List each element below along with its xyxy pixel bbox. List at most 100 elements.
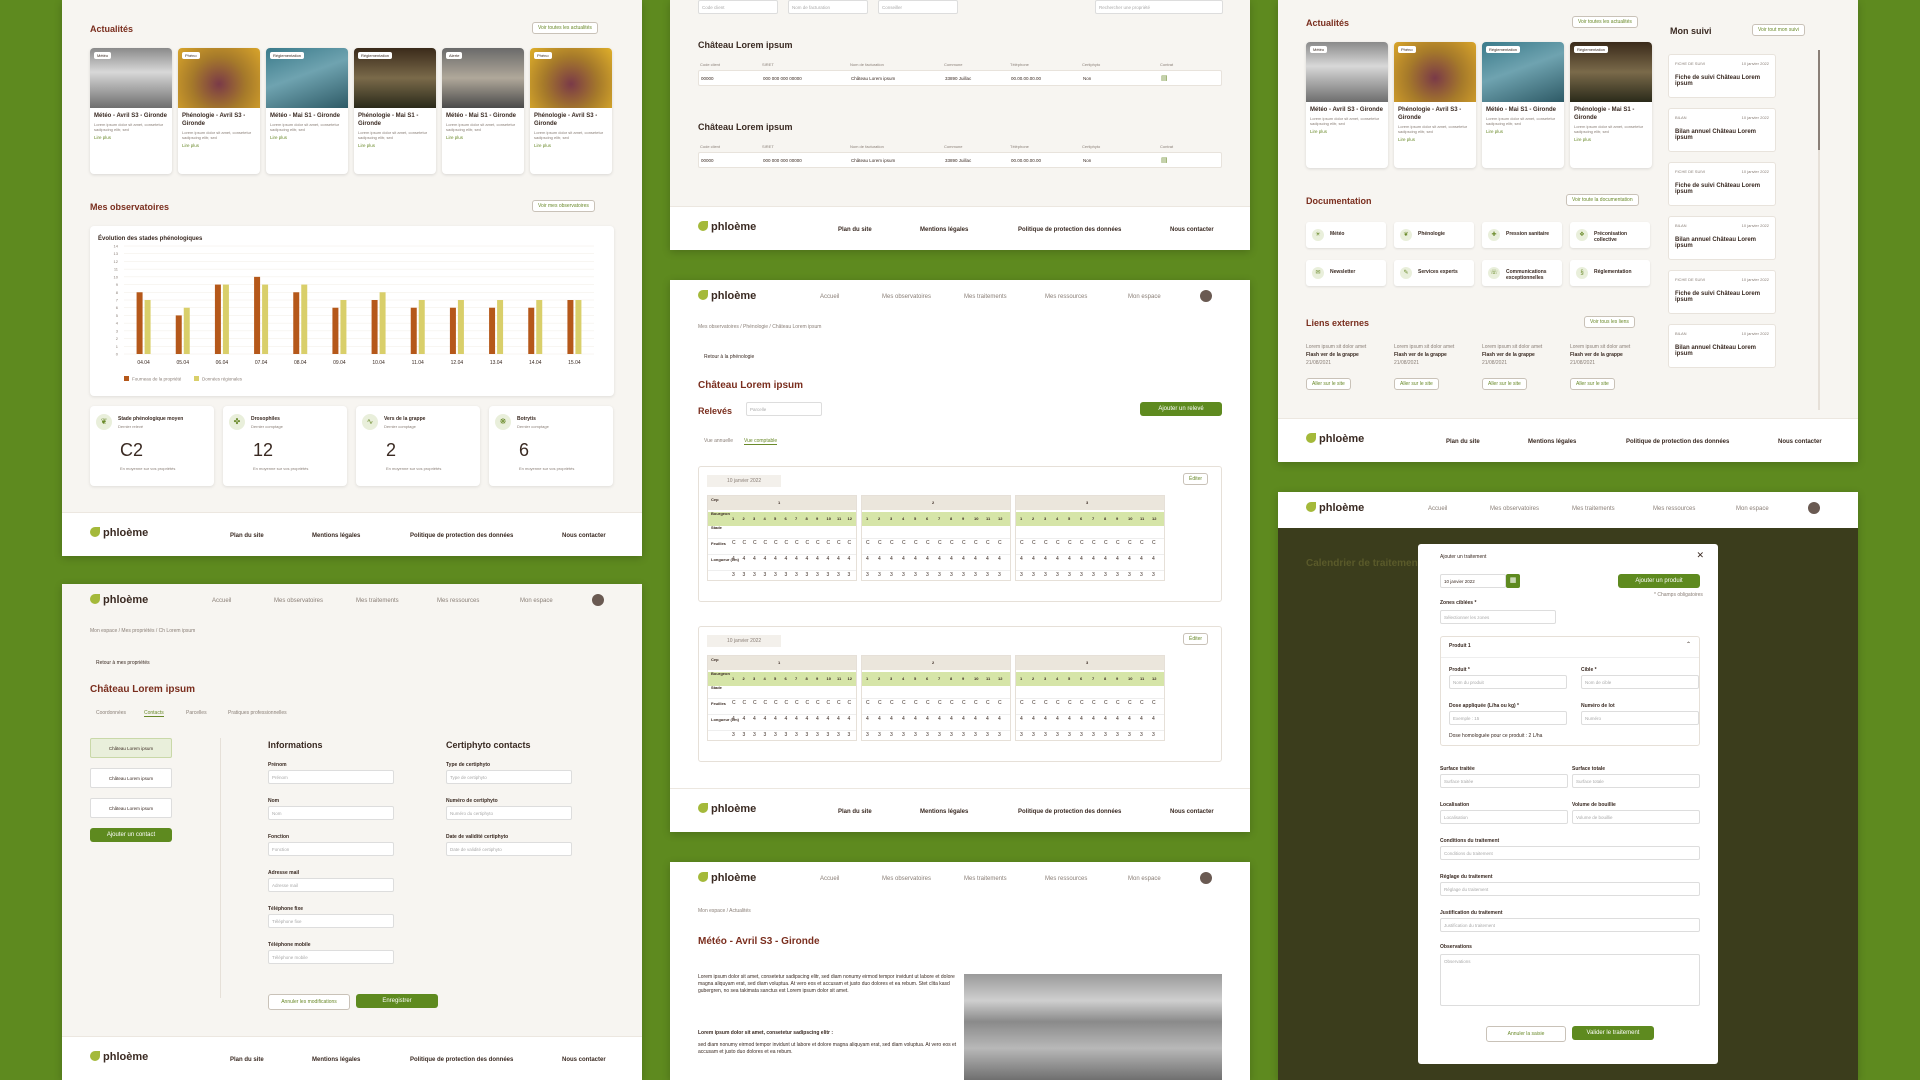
footer-link-privacy[interactable]: Politique de protection des données — [1018, 227, 1121, 233]
header-logo[interactable]: phloème — [90, 594, 148, 606]
form-input[interactable]: Adresse mail — [268, 878, 394, 892]
breadcrumb[interactable]: Mon espace / Actualités — [698, 908, 751, 914]
tracking-item[interactable]: FICHE DE SUIVI 10 janvier 2022 Fiche de su… — [1668, 162, 1776, 206]
contract-icon[interactable]: ▤ — [1161, 156, 1168, 164]
form-input[interactable]: Surface totale — [1572, 774, 1700, 788]
all-tracking-button[interactable]: Voir tout mon suivi — [1752, 24, 1805, 36]
form-input[interactable]: Conditions du traitement — [1440, 846, 1700, 860]
all-news-button[interactable]: Voir toutes les actualités — [1572, 16, 1638, 28]
news-card[interactable]: Phéno Phénologie - Avril S3 - Gironde Lore… — [530, 48, 612, 174]
cancel-entry-button[interactable]: Annuler la saisie — [1486, 1026, 1566, 1042]
footer-link-plan[interactable]: Plan du site — [1446, 439, 1480, 445]
breadcrumb[interactable]: Mes observatoires / Phénologie / Château… — [698, 324, 821, 330]
tracking-item[interactable]: BILAN 10 janvier 2022 Bilan annuel Château… — [1668, 108, 1776, 152]
contract-icon[interactable]: ▤ — [1161, 74, 1168, 82]
filter-code-client[interactable]: Code client — [698, 0, 778, 14]
footer-link-contact[interactable]: Nous contacter — [562, 533, 606, 539]
nav-resources[interactable]: Mes ressources — [1045, 294, 1087, 300]
doc-button[interactable]: ☀ Météo — [1306, 222, 1386, 248]
footer-link-plan[interactable]: Plan du site — [230, 1057, 264, 1063]
back-link[interactable]: Retour à mes propriétés — [96, 660, 150, 666]
footer-link-mentions[interactable]: Mentions légales — [920, 809, 968, 815]
news-card-read-more[interactable]: Lire plus — [90, 133, 172, 142]
news-card-read-more[interactable]: Lire plus — [1306, 127, 1388, 136]
contact-item[interactable]: Château Lorem ipsum — [90, 738, 172, 758]
form-input[interactable]: Fonction — [268, 842, 394, 856]
header-logo[interactable]: phloème — [1306, 502, 1364, 514]
edit-button[interactable]: Éditer — [1183, 633, 1209, 645]
header-logo[interactable]: phloème — [698, 872, 756, 884]
all-docs-button[interactable]: Voir toute la documentation — [1566, 194, 1639, 206]
tab-accounting[interactable]: Vue comptable — [744, 438, 778, 445]
add-reading-button[interactable]: Ajouter un relevé — [1140, 402, 1222, 416]
tab-coordinates[interactable]: Coordonnées — [96, 710, 126, 716]
news-card[interactable]: Réglementation Phénologie - Mai S1 - Giro… — [1570, 42, 1652, 168]
news-card[interactable]: Météo Météo - Avril S3 - Gironde Lorem ips… — [90, 48, 172, 174]
footer-link-mentions[interactable]: Mentions légales — [312, 533, 360, 539]
close-icon[interactable]: ✕ — [1696, 550, 1704, 561]
news-card[interactable]: Phéno Phénologie - Avril S3 - Gironde Lore… — [178, 48, 260, 174]
cancel-changes-button[interactable]: Annuler les modifications — [268, 994, 350, 1010]
form-input[interactable]: Téléphone mobile — [268, 950, 394, 964]
doc-button[interactable]: § Réglementation — [1570, 260, 1650, 286]
footer-link-plan[interactable]: Plan du site — [838, 227, 872, 233]
go-to-site-button[interactable]: Aller sur le site — [1482, 378, 1527, 390]
avatar[interactable] — [1200, 290, 1212, 302]
news-card-read-more[interactable]: Lire plus — [1570, 135, 1652, 144]
form-input[interactable]: Date de validité certiphyto — [446, 842, 572, 856]
form-input[interactable]: Localisation — [1440, 810, 1568, 824]
tab-annual[interactable]: Vue annuelle — [704, 438, 733, 444]
parcel-select[interactable]: Parcelle — [746, 402, 822, 416]
nav-treatments[interactable]: Mes traitements — [1572, 506, 1615, 512]
avatar[interactable] — [592, 594, 604, 606]
footer-logo[interactable]: phloème — [1306, 433, 1364, 445]
form-input[interactable]: Numéro — [1581, 711, 1699, 725]
news-card[interactable]: Réglementation Phénologie - Mai S1 - Giro… — [354, 48, 436, 174]
tab-parcels[interactable]: Parcelles — [186, 710, 207, 716]
news-card-read-more[interactable]: Lire plus — [354, 141, 436, 150]
avatar[interactable] — [1808, 502, 1820, 514]
form-input[interactable]: Justification du traitement — [1440, 918, 1700, 932]
news-card-read-more[interactable]: Lire plus — [178, 141, 260, 150]
tracking-item[interactable]: BILAN 10 janvier 2022 Bilan annuel Château… — [1668, 216, 1776, 260]
nav-observatories[interactable]: Mes observatoires — [274, 598, 323, 604]
footer-link-privacy[interactable]: Politique de protection des données — [1018, 809, 1121, 815]
nav-observatories[interactable]: Mes observatoires — [1490, 506, 1539, 512]
doc-button[interactable]: ✎ Services experts — [1394, 260, 1474, 286]
zones-select[interactable]: Sélectionner les zones — [1440, 610, 1556, 624]
nav-account[interactable]: Mon espace — [520, 598, 553, 604]
footer-link-contact[interactable]: Nous contacter — [1778, 439, 1822, 445]
nav-home[interactable]: Accueil — [1428, 506, 1447, 512]
add-product-button[interactable]: Ajouter un produit — [1618, 574, 1700, 588]
back-link[interactable]: Retour à la phénologie — [704, 354, 754, 360]
nav-home[interactable]: Accueil — [212, 598, 231, 604]
filter-advisor[interactable]: Conseiller — [878, 0, 958, 14]
nav-resources[interactable]: Mes ressources — [437, 598, 479, 604]
footer-link-privacy[interactable]: Politique de protection des données — [1626, 439, 1729, 445]
nav-treatments[interactable]: Mes traitements — [356, 598, 399, 604]
footer-link-mentions[interactable]: Mentions légales — [1528, 439, 1576, 445]
save-button[interactable]: Enregistrer — [356, 994, 438, 1008]
date-input[interactable]: 10 janvier 2022 — [1440, 574, 1506, 588]
chevron-up-icon[interactable]: ⌃ — [1686, 641, 1691, 648]
nav-treatments[interactable]: Mes traitements — [964, 876, 1007, 882]
form-input[interactable]: Réglage du traitement — [1440, 882, 1700, 896]
nav-account[interactable]: Mon espace — [1128, 876, 1161, 882]
tracking-item[interactable]: FICHE DE SUIVI 10 janvier 2022 Fiche de su… — [1668, 270, 1776, 314]
news-card-read-more[interactable]: Lire plus — [442, 133, 524, 142]
form-input[interactable]: Type de certiphyto — [446, 770, 572, 784]
doc-button[interactable]: ✉ Newsletter — [1306, 260, 1386, 286]
go-to-site-button[interactable]: Aller sur le site — [1306, 378, 1351, 390]
go-to-site-button[interactable]: Aller sur le site — [1394, 378, 1439, 390]
nav-account[interactable]: Mon espace — [1736, 506, 1769, 512]
all-news-button[interactable]: Voir toutes les actualités — [532, 22, 598, 34]
form-input[interactable]: Numéro du certiphyto — [446, 806, 572, 820]
avatar[interactable] — [1200, 872, 1212, 884]
table-row[interactable]: 00000 000 000 000 00000 Château Lorem ipsu… — [698, 152, 1222, 168]
form-input[interactable]: Volume de bouillie — [1572, 810, 1700, 824]
news-card[interactable]: Météo Météo - Avril S3 - Gironde Lorem ips… — [1306, 42, 1388, 168]
tracking-item[interactable]: BILAN 10 janvier 2022 Bilan annuel Château… — [1668, 324, 1776, 368]
footer-logo[interactable]: phloème — [698, 803, 756, 815]
footer-link-contact[interactable]: Nous contacter — [1170, 227, 1214, 233]
nav-home[interactable]: Accueil — [820, 876, 839, 882]
